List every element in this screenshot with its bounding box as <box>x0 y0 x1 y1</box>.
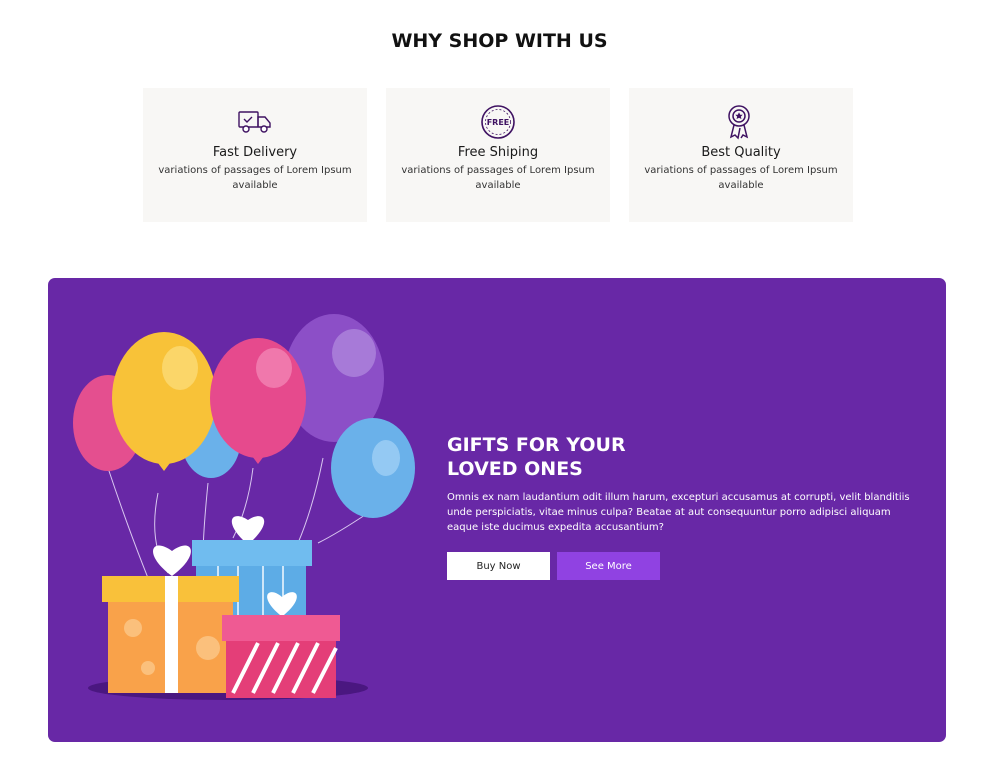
feature-desc: variations of passages of Lorem Ipsum av… <box>644 165 838 191</box>
free-badge-icon: FREE <box>386 104 610 140</box>
feature-title: Fast Delivery <box>212 145 298 160</box>
feature-desc: variations of passages of Lorem Ipsum av… <box>401 165 595 191</box>
features-row: Fast Delivery variations of passages of … <box>143 88 853 222</box>
feature-card-delivery: Fast Delivery variations of passages of … <box>143 88 367 222</box>
banner-description: Omnis ex nam laudantium odit illum harum… <box>447 492 910 533</box>
feature-card-free-shipping: FREE Free Shiping variations of passages… <box>386 88 610 222</box>
section-title: WHY SHOP WITH US <box>391 30 608 52</box>
see-more-button[interactable]: See More <box>557 552 660 580</box>
gifts-balloons-illustration <box>68 308 418 708</box>
feature-title: Best Quality <box>701 145 781 160</box>
feature-card-best-quality: Best Quality variations of passages of L… <box>629 88 853 222</box>
quality-medal-icon <box>629 104 853 140</box>
feature-title: Free Shiping <box>457 145 539 160</box>
gift-banner: GIFTS FOR YOUR LOVED ONES Omnis ex nam l… <box>48 278 946 742</box>
banner-content: GIFTS FOR YOUR LOVED ONES Omnis ex nam l… <box>447 433 917 580</box>
feature-desc: variations of passages of Lorem Ipsum av… <box>158 165 352 191</box>
buy-now-button[interactable]: Buy Now <box>447 552 550 580</box>
delivery-truck-icon <box>143 104 367 140</box>
banner-title: GIFTS FOR YOUR LOVED ONES <box>447 434 626 480</box>
svg-text:FREE: FREE <box>487 118 510 127</box>
banner-buttons: Buy Now See More <box>447 552 917 580</box>
